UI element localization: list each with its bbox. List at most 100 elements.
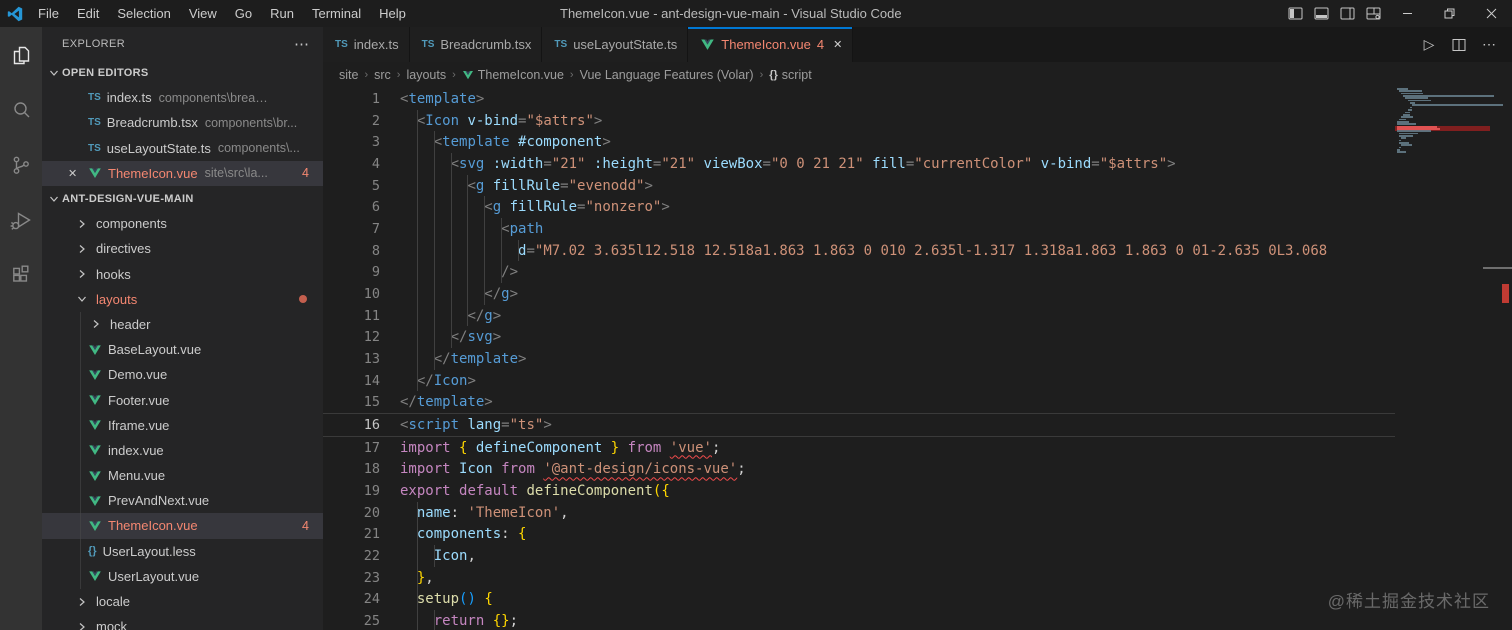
code-line[interactable]: 25 return {}; [323,610,1395,630]
line-number[interactable]: 17 [323,440,380,456]
tree-folder-mock[interactable]: mock [42,614,323,630]
tree-file-menu-vue[interactable]: Menu.vue [42,463,323,488]
code-line[interactable]: 9 /> [323,261,1395,284]
tree-folder-layouts[interactable]: layouts [42,287,323,312]
activity-run-debug[interactable] [0,192,42,247]
open-editor-item[interactable]: TS Breadcrumb.tsx components\br... [42,110,323,135]
code-line[interactable]: 21 components: { [323,523,1395,546]
line-number[interactable]: 21 [323,526,380,542]
line-number[interactable]: 2 [323,113,380,129]
menu-edit[interactable]: Edit [68,0,108,27]
code-line[interactable]: 8 d="M7.02 3.635l12.518 12.518a1.863 1.8… [323,239,1395,262]
menu-run[interactable]: Run [261,0,303,27]
code-line[interactable]: 24 setup() { [323,588,1395,611]
code-line[interactable]: 10 </g> [323,283,1395,305]
customize-layout-icon[interactable] [1360,0,1386,27]
code-line[interactable]: 17 import { defineComponent } from 'vue'; [323,437,1395,459]
tree-file-demo-vue[interactable]: Demo.vue [42,362,323,387]
activity-extensions[interactable] [0,247,42,302]
activity-explorer[interactable] [0,27,42,82]
split-editor-icon[interactable] [1444,38,1474,52]
menu-go[interactable]: Go [226,0,261,27]
overview-ruler[interactable] [1490,88,1512,630]
code-line[interactable]: 11 </g> [323,304,1395,327]
line-number[interactable]: 12 [323,329,380,345]
breadcrumb-item-themeicon-vue[interactable]: ThemeIcon.vue [462,68,564,82]
tree-file-baselayout-vue[interactable]: BaseLayout.vue [42,337,323,362]
code-line[interactable]: 18 import Icon from '@ant-design/icons-vu… [323,458,1395,480]
menu-help[interactable]: Help [370,0,415,27]
close-editor-icon[interactable]: ✕ [68,167,77,180]
code-line[interactable]: 3 <template #component> [323,131,1395,154]
line-number[interactable]: 3 [323,134,380,150]
tree-folder-hooks[interactable]: hooks [42,262,323,287]
tree-file-userlayout-less[interactable]: {} UserLayout.less [42,539,323,564]
code-line[interactable]: 14 </Icon> [323,369,1395,392]
line-number[interactable]: 11 [323,308,380,324]
menu-file[interactable]: File [29,0,68,27]
line-number[interactable]: 7 [323,221,380,237]
line-number[interactable]: 1 [323,91,380,107]
toggle-sidebar-icon[interactable] [1282,0,1308,27]
code-line[interactable]: 4 <svg :width="21" :height="21" viewBox=… [323,153,1395,175]
tree-folder-directives[interactable]: directives [42,236,323,261]
line-number[interactable]: 10 [323,286,380,302]
tab-themeicon-vue[interactable]: ThemeIcon.vue 4 ✕ [688,27,854,62]
activity-source-control[interactable] [0,137,42,192]
tree-file-index-vue[interactable]: index.vue [42,438,323,463]
open-editor-item[interactable]: ✕ ThemeIcon.vue site\src\la... 4 [42,160,323,186]
line-number[interactable]: 19 [323,483,380,499]
tab-breadcrumb-tsx[interactable]: TS Breadcrumb.tsx [409,27,543,62]
more-actions-icon[interactable]: ⋯ [1474,36,1504,53]
tree-file-themeicon-vue[interactable]: ThemeIcon.vue 4 [42,513,323,539]
menu-selection[interactable]: Selection [108,0,179,27]
line-number[interactable]: 13 [323,351,380,367]
vscode-logo-icon[interactable] [7,6,23,22]
line-number[interactable]: 20 [323,505,380,521]
code-line[interactable]: 22 Icon, [323,545,1395,567]
tree-file-footer-vue[interactable]: Footer.vue [42,387,323,412]
breadcrumb-item-layouts[interactable]: layouts [406,68,446,82]
line-number[interactable]: 22 [323,548,380,564]
code-line[interactable]: 12 </svg> [323,326,1395,349]
open-editors-header[interactable]: OPEN EDITORS [42,60,323,85]
run-file-icon[interactable]: ▷ [1414,36,1444,53]
tree-file-prevandnext-vue[interactable]: PrevAndNext.vue [42,488,323,513]
menu-view[interactable]: View [180,0,226,27]
line-number[interactable]: 6 [323,199,380,215]
tab-uselayoutstate-ts[interactable]: TS useLayoutState.ts [542,27,689,62]
line-number[interactable]: 14 [323,373,380,389]
tab-index-ts[interactable]: TS index.ts [323,27,410,62]
tree-folder-components[interactable]: components [42,211,323,236]
line-number[interactable]: 9 [323,264,380,280]
line-number[interactable]: 23 [323,570,380,586]
sidebar-more-actions-icon[interactable]: ⋯ [294,35,311,53]
breadcrumb-item-script[interactable]: {} script [769,68,811,82]
tree-folder-header[interactable]: header [42,312,323,337]
minimap[interactable] [1395,88,1503,388]
line-number[interactable]: 24 [323,591,380,607]
minimize-button[interactable] [1386,0,1428,27]
code-line[interactable]: 5 <g fillRule="evenodd"> [323,174,1395,197]
line-number[interactable]: 16 [323,417,380,433]
code-line[interactable]: 13 </template> [323,348,1395,370]
code-line[interactable]: 20 name: 'ThemeIcon', [323,501,1395,524]
tree-file-iframe-vue[interactable]: Iframe.vue [42,413,323,438]
line-number[interactable]: 18 [323,461,380,477]
open-editor-item[interactable]: TS useLayoutState.ts components\... [42,136,323,161]
tree-file-userlayout-vue[interactable]: UserLayout.vue [42,564,323,589]
code-line[interactable]: 1 <template> [323,88,1395,110]
code-editor[interactable]: 1 <template> 2 <Icon v-bind="$attrs"> 3 <te… [323,88,1395,630]
line-number[interactable]: 5 [323,178,380,194]
breadcrumb-item-src[interactable]: src [374,68,391,82]
tree-folder-locale[interactable]: locale [42,589,323,614]
breadcrumb-item-vue-language-features-volar-[interactable]: Vue Language Features (Volar) [580,68,754,82]
code-line[interactable]: 23 }, [323,566,1395,589]
activity-search[interactable] [0,82,42,137]
code-line[interactable]: 16 <script lang="ts"> [323,413,1395,437]
close-window-button[interactable] [1470,0,1512,27]
line-number[interactable]: 4 [323,156,380,172]
toggle-panel-icon[interactable] [1308,0,1334,27]
line-number[interactable]: 8 [323,243,380,259]
code-line[interactable]: 19 export default defineComponent({ [323,480,1395,502]
